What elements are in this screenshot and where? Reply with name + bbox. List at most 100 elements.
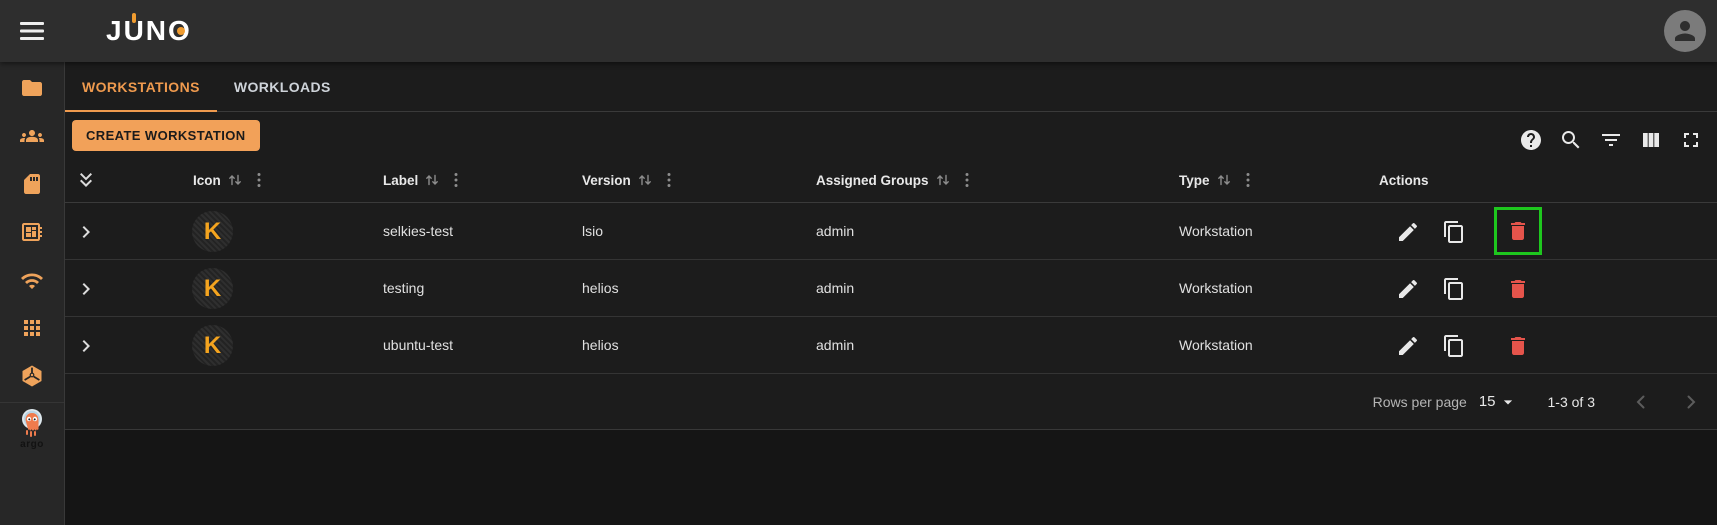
- previous-page-button[interactable]: [1629, 390, 1653, 414]
- edit-button[interactable]: [1396, 220, 1420, 244]
- developer-board-icon: [20, 220, 44, 244]
- column-menu-icon[interactable]: [257, 172, 261, 188]
- sort-icon[interactable]: [1216, 172, 1232, 188]
- expand-all-button[interactable]: [74, 168, 98, 192]
- column-header-type: Type: [1179, 158, 1250, 202]
- sidebar: argo: [0, 62, 65, 525]
- workstation-avatar: K: [192, 325, 233, 366]
- duplicate-button[interactable]: [1442, 277, 1466, 301]
- avatar-letter: K: [203, 331, 222, 359]
- duplicate-button[interactable]: [1442, 334, 1466, 358]
- column-header-icon-label: Icon: [193, 172, 221, 188]
- wifi-icon: [20, 269, 44, 293]
- chevron-right-icon: [74, 277, 98, 301]
- apps-grid-icon: [20, 316, 44, 340]
- create-workstation-button[interactable]: CREATE WORKSTATION: [72, 120, 260, 151]
- column-menu-icon[interactable]: [1246, 172, 1250, 188]
- sim-card-icon: [20, 172, 44, 196]
- page-background: [65, 429, 1717, 525]
- sidebar-item-groups[interactable]: [20, 124, 44, 148]
- cell-label: ubuntu-test: [383, 337, 454, 353]
- cell-version: helios: [582, 280, 619, 296]
- column-header-version-label: Version: [582, 172, 631, 188]
- sort-icon[interactable]: [935, 172, 951, 188]
- search-icon: [1559, 128, 1583, 152]
- column-header-assigned-groups: Assigned Groups: [816, 158, 969, 202]
- column-menu-icon[interactable]: [667, 172, 671, 188]
- column-header-version: Version: [582, 158, 671, 202]
- filter-button[interactable]: [1599, 128, 1623, 152]
- fullscreen-button[interactable]: [1679, 128, 1703, 152]
- user-avatar-button[interactable]: [1664, 10, 1706, 52]
- user-avatar-icon: [1670, 16, 1700, 46]
- delete-button[interactable]: [1506, 219, 1530, 243]
- main-content: WORKSTATIONS WORKLOADS CREATE WORKSTATIO…: [65, 62, 1717, 525]
- app-bar: JUNO: [0, 0, 1717, 62]
- menu-button[interactable]: [19, 19, 45, 43]
- cell-version: lsio: [582, 223, 604, 239]
- argo-label: argo: [20, 439, 44, 450]
- sort-icon[interactable]: [637, 172, 653, 188]
- cell-assigned-groups: admin: [816, 280, 855, 296]
- trash-icon: [1506, 334, 1530, 358]
- edit-button[interactable]: [1396, 334, 1420, 358]
- sidebar-item-network[interactable]: [20, 269, 44, 293]
- search-button[interactable]: [1559, 128, 1583, 152]
- pagination-bar: Rows per page 15 1-3 of 3: [65, 374, 1717, 429]
- chevron-right-icon: [74, 220, 98, 244]
- cell-label: selkies-test: [383, 223, 454, 239]
- filter-icon: [1599, 128, 1623, 152]
- next-page-button[interactable]: [1679, 390, 1703, 414]
- sidebar-item-boards[interactable]: [20, 220, 44, 244]
- copy-icon: [1442, 220, 1466, 244]
- argo-logo-icon: [19, 408, 45, 438]
- pencil-icon: [1396, 334, 1420, 358]
- table-row: K testing helios admin Workstation: [65, 260, 1717, 317]
- app-logo: JUNO: [106, 0, 192, 62]
- column-header-label-label: Label: [383, 172, 419, 188]
- column-menu-icon[interactable]: [454, 172, 458, 188]
- row-expand-button[interactable]: [74, 277, 98, 301]
- tab-workloads-label: WORKLOADS: [233, 78, 331, 95]
- sidebar-item-deployments[interactable]: [20, 364, 44, 388]
- cell-type: Workstation: [1179, 280, 1253, 296]
- tab-workstations[interactable]: WORKSTATIONS: [65, 62, 217, 112]
- sidebar-item-workstations[interactable]: [20, 76, 44, 100]
- hamburger-icon: [19, 19, 45, 43]
- trash-icon: [1506, 219, 1530, 243]
- delete-button[interactable]: [1506, 334, 1530, 358]
- deployed-code-icon: [20, 364, 44, 388]
- help-button[interactable]: [1519, 128, 1543, 152]
- avatar-letter: K: [203, 274, 222, 302]
- sidebar-item-argo[interactable]: argo: [0, 402, 64, 450]
- logo-orange-tick: [132, 13, 136, 23]
- columns-icon: [1639, 128, 1663, 152]
- sort-icon[interactable]: [424, 172, 440, 188]
- tab-bar: WORKSTATIONS WORKLOADS: [65, 62, 1717, 112]
- folder-icon: [20, 76, 44, 100]
- column-menu-icon[interactable]: [965, 172, 969, 188]
- sidebar-item-apps[interactable]: [20, 316, 44, 340]
- duplicate-button[interactable]: [1442, 220, 1466, 244]
- delete-button[interactable]: [1506, 277, 1530, 301]
- sidebar-item-images[interactable]: [20, 172, 44, 196]
- cell-version: helios: [582, 337, 619, 353]
- row-expand-button[interactable]: [74, 220, 98, 244]
- row-expand-button[interactable]: [74, 334, 98, 358]
- workstation-avatar: K: [192, 211, 233, 252]
- pagination-range: 1-3 of 3: [1547, 393, 1595, 410]
- tab-workloads[interactable]: WORKLOADS: [217, 62, 348, 111]
- columns-button[interactable]: [1639, 128, 1663, 152]
- pencil-icon: [1396, 220, 1420, 244]
- edit-button[interactable]: [1396, 277, 1420, 301]
- table-row: K ubuntu-test helios admin Workstation: [65, 317, 1717, 374]
- sort-icon[interactable]: [227, 172, 243, 188]
- active-tab-indicator: [65, 110, 217, 112]
- copy-icon: [1442, 277, 1466, 301]
- rows-per-page-select[interactable]: 15: [1479, 392, 1518, 412]
- avatar-letter: K: [203, 217, 222, 245]
- copy-icon: [1442, 334, 1466, 358]
- double-chevron-down-icon: [74, 168, 98, 192]
- logo-orange-dot: [177, 27, 185, 35]
- rows-per-page-value: 15: [1478, 393, 1496, 410]
